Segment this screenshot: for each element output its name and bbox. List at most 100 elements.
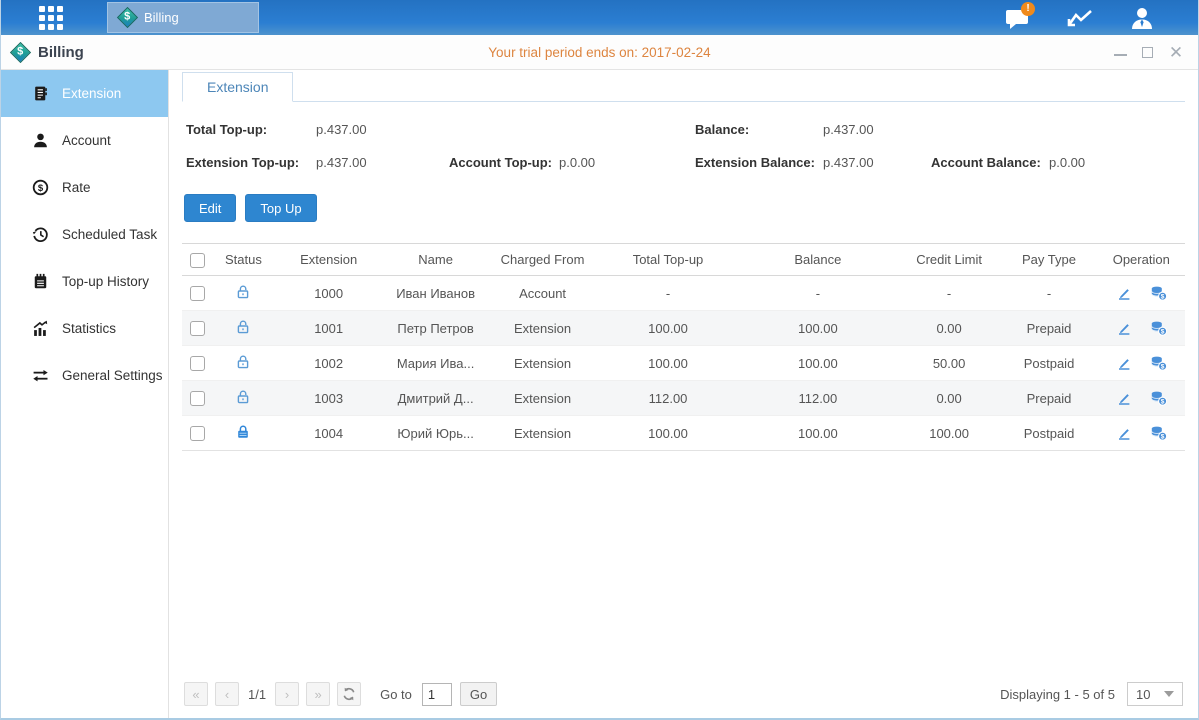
cell-balance: 100.00 (738, 311, 898, 346)
unlocked-icon (235, 319, 251, 335)
main-panel: Extension Total Top-up:p.437.00 Balance:… (169, 70, 1198, 718)
cell-balance: 100.00 (738, 416, 898, 451)
goto-label: Go to (380, 687, 412, 702)
row-checkbox[interactable] (190, 356, 205, 371)
col-status: Status (214, 244, 274, 276)
table-row[interactable]: 1004 Юрий Юрь... Extension 100.00 100.00… (182, 416, 1185, 451)
edit-icon[interactable] (1116, 355, 1132, 371)
cell-credit-limit: 50.00 (898, 346, 1001, 381)
edit-button[interactable]: Edit (184, 194, 236, 222)
sidebar-item-statistics[interactable]: Statistics (1, 305, 168, 352)
cell-extension: 1001 (273, 311, 384, 346)
table-row[interactable]: 1000 Иван Иванов Account - - - - $ (182, 276, 1185, 311)
reports-chart-icon[interactable] (1066, 6, 1094, 30)
row-checkbox[interactable] (190, 321, 205, 336)
top-up-icon[interactable]: $ (1150, 285, 1167, 301)
cell-total-topup: 100.00 (598, 311, 738, 346)
statistics-icon (32, 320, 49, 337)
cell-name: Юрий Юрь... (384, 416, 487, 451)
table-row[interactable]: 1001 Петр Петров Extension 100.00 100.00… (182, 311, 1185, 346)
sidebar-item-extension[interactable]: Extension (1, 70, 168, 117)
titlebar: $ Billing Your trial period ends on: 201… (1, 35, 1198, 70)
sidebar-item-label: Rate (62, 180, 91, 195)
goto-page-input[interactable] (422, 683, 452, 706)
table-row[interactable]: 1003 Дмитрий Д... Extension 112.00 112.0… (182, 381, 1185, 416)
minimize-icon[interactable] (1114, 54, 1127, 56)
sidebar-item-label: Statistics (62, 321, 116, 336)
col-total-topup: Total Top-up (598, 244, 738, 276)
notification-badge: ! (1021, 2, 1035, 16)
cell-name: Иван Иванов (384, 276, 487, 311)
summary-extension-topup: Extension Top-up:p.437.00 (186, 155, 449, 170)
first-page-button[interactable]: « (184, 682, 208, 706)
svg-text:$: $ (1161, 294, 1165, 301)
cell-balance: 112.00 (738, 381, 898, 416)
cell-extension: 1003 (273, 381, 384, 416)
table-row[interactable]: 1002 Мария Ива... Extension 100.00 100.0… (182, 346, 1185, 381)
extensions-table: Status Extension Name Charged From Total… (182, 243, 1185, 451)
account-icon (32, 132, 49, 149)
sidebar-item-general-settings[interactable]: General Settings (1, 352, 168, 399)
sidebar-item-label: Scheduled Task (62, 227, 157, 242)
unlocked-icon (235, 284, 251, 300)
top-up-icon[interactable]: $ (1150, 355, 1167, 371)
page-indicator: 1/1 (248, 687, 266, 702)
svg-text:$: $ (1161, 329, 1165, 336)
locked-icon (235, 424, 251, 440)
topbar-tab-label: Billing (144, 10, 179, 25)
edit-icon[interactable] (1116, 285, 1132, 301)
refresh-icon[interactable] (337, 682, 361, 706)
topbar: $ Billing ! (1, 0, 1198, 35)
cell-extension: 1004 (273, 416, 384, 451)
user-account-icon[interactable] (1128, 6, 1156, 30)
apps-grid-icon[interactable] (39, 6, 63, 30)
sidebar: Extension Account $ Rate (1, 70, 169, 718)
topbar-tab-billing[interactable]: $ Billing (107, 2, 259, 33)
cell-charged-from: Extension (487, 311, 598, 346)
notifications-chat-icon[interactable]: ! (1004, 6, 1032, 30)
billing-app-window: $ Billing ! (0, 0, 1199, 720)
svg-text:$: $ (1161, 434, 1165, 441)
close-icon[interactable]: ✕ (1168, 44, 1184, 60)
billing-diamond-icon: $ (117, 7, 138, 28)
row-checkbox[interactable] (190, 426, 205, 441)
sidebar-item-topup-history[interactable]: Top-up History (1, 258, 168, 305)
table-header-row: Status Extension Name Charged From Total… (182, 244, 1185, 276)
cell-credit-limit: 0.00 (898, 311, 1001, 346)
go-button[interactable]: Go (460, 682, 497, 706)
prev-page-button[interactable]: ‹ (215, 682, 239, 706)
cell-charged-from: Account (487, 276, 598, 311)
unlocked-icon (235, 389, 251, 405)
status-cell (214, 416, 274, 451)
general-settings-icon (32, 367, 49, 384)
top-up-button[interactable]: Top Up (245, 194, 316, 222)
sidebar-item-account[interactable]: Account (1, 117, 168, 164)
maximize-icon[interactable] (1142, 47, 1153, 58)
billing-app-icon: $ (10, 41, 31, 62)
top-up-icon[interactable]: $ (1150, 425, 1167, 441)
sidebar-item-rate[interactable]: $ Rate (1, 164, 168, 211)
select-all-checkbox[interactable] (190, 253, 205, 268)
page-size-select[interactable]: 10 (1127, 682, 1183, 706)
tab-strip: Extension (182, 72, 1185, 102)
col-balance: Balance (738, 244, 898, 276)
row-checkbox[interactable] (190, 391, 205, 406)
cell-balance: 100.00 (738, 346, 898, 381)
next-page-button[interactable]: › (275, 682, 299, 706)
cell-pay-type: Prepaid (1000, 381, 1097, 416)
edit-icon[interactable] (1116, 320, 1132, 336)
tab-extension[interactable]: Extension (182, 72, 293, 102)
sidebar-item-label: General Settings (62, 368, 163, 383)
edit-icon[interactable] (1116, 425, 1132, 441)
top-up-icon[interactable]: $ (1150, 320, 1167, 336)
sidebar-item-label: Extension (62, 86, 121, 101)
svg-text:$: $ (38, 183, 44, 194)
top-up-icon[interactable]: $ (1150, 390, 1167, 406)
trial-notice: Your trial period ends on: 2017-02-24 (1, 45, 1198, 60)
sidebar-item-scheduled-task[interactable]: Scheduled Task (1, 211, 168, 258)
edit-icon[interactable] (1116, 390, 1132, 406)
row-checkbox[interactable] (190, 286, 205, 301)
cell-total-topup: 100.00 (598, 346, 738, 381)
last-page-button[interactable]: » (306, 682, 330, 706)
status-cell (214, 311, 274, 346)
